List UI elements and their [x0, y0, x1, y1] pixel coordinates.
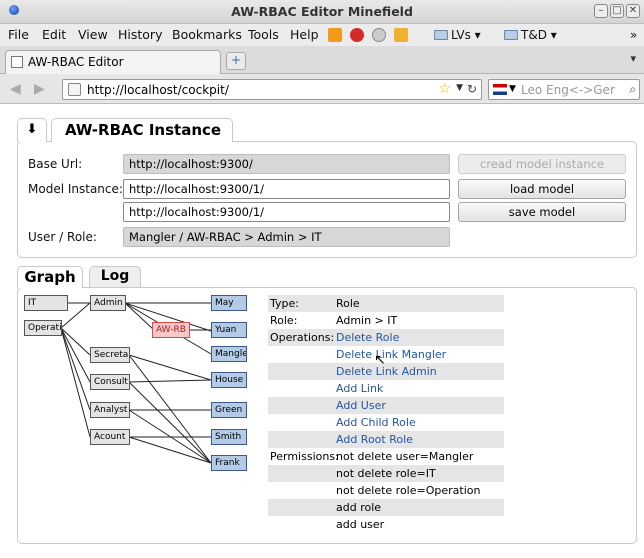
- permission-row: not delete role=Operation: [336, 484, 481, 497]
- user-role-field: Mangler / AW-RBAC > Admin > IT: [123, 227, 450, 247]
- menu-bookmarks[interactable]: Bookmarks: [172, 27, 242, 42]
- chevron-down-icon[interactable]: ▼: [509, 84, 516, 94]
- operation-row: Add User: [268, 397, 504, 414]
- menu-help[interactable]: Help: [290, 27, 319, 42]
- op-delete-link-mangler-link[interactable]: Delete Link Mangler: [336, 346, 446, 363]
- minimize-button[interactable]: –: [594, 4, 608, 18]
- base-url-label: Base Url:: [28, 157, 83, 171]
- tab-bar: AW-RBAC Editor + ▾: [0, 46, 644, 74]
- back-button[interactable]: ◀: [10, 81, 21, 97]
- folder-icon: [504, 30, 518, 40]
- flag-icon[interactable]: [493, 84, 507, 95]
- star-icon[interactable]: ☆: [438, 81, 451, 97]
- forward-button[interactable]: ▶: [34, 81, 45, 97]
- navigation-bar: ◀ ▶ http://localhost/cockpit/ ☆ ▼ ↻ ▼ Le…: [0, 74, 644, 104]
- permission-row: add role: [268, 499, 504, 516]
- instance-tab[interactable]: AW-RBAC Instance: [51, 118, 233, 142]
- graph-node-accountant[interactable]: Acount: [90, 429, 130, 445]
- chevron-down-icon[interactable]: ▼: [456, 83, 463, 93]
- chevron-more-icon[interactable]: »: [630, 28, 637, 42]
- op-delete-link-admin-link[interactable]: Delete Link Admin: [336, 363, 437, 380]
- save-target-input[interactable]: http://localhost:9300/1/: [123, 202, 450, 222]
- graph-node-secretary[interactable]: Secreta: [90, 347, 130, 363]
- bookmark-folder-lvs[interactable]: LVs ▾: [434, 28, 481, 42]
- instance-panel: Base Url: http://localhost:9300/ cread m…: [17, 141, 637, 258]
- graph-node-user-mangler[interactable]: Mangle: [211, 346, 247, 362]
- detail-role-row: Role: Admin > IT: [270, 314, 398, 327]
- op-add-child-role-link[interactable]: Add Child Role: [336, 414, 416, 431]
- page-icon: [11, 56, 23, 68]
- graph-node-user-frank[interactable]: Frank: [211, 455, 247, 471]
- operation-row: Operations: Delete Role: [268, 329, 504, 346]
- create-model-instance-button[interactable]: cread model instance: [458, 154, 626, 174]
- tab-log[interactable]: Log: [89, 266, 141, 287]
- menu-bar: File Edit View History Bookmarks Tools H…: [0, 24, 644, 46]
- permission-row: not delete role=IT: [268, 465, 504, 482]
- search-bar[interactable]: ▼ Leo Eng<->Ger ⌕: [488, 79, 640, 100]
- reload-icon[interactable]: ↻: [467, 82, 477, 96]
- window-titlebar: AW-RBAC Editor Minefield – □ ✕: [0, 0, 644, 24]
- save-model-button[interactable]: save model: [458, 202, 626, 222]
- op-delete-role-link[interactable]: Delete Role: [336, 329, 399, 346]
- menu-file[interactable]: File: [8, 27, 29, 42]
- graph-node-it[interactable]: IT: [24, 295, 68, 311]
- collapse-button[interactable]: ⬇: [17, 118, 47, 142]
- url-text: http://localhost/cockpit/: [87, 83, 229, 97]
- tab-label: AW-RBAC Editor: [28, 55, 124, 69]
- graph-node-user-smith[interactable]: Smith: [211, 429, 247, 445]
- rss-icon[interactable]: [328, 28, 342, 42]
- addon-icon[interactable]: [372, 28, 386, 42]
- page-icon: [68, 83, 81, 96]
- zotero-icon[interactable]: [350, 28, 364, 42]
- search-placeholder: Leo Eng<->Ger: [521, 83, 615, 97]
- maximize-button[interactable]: □: [610, 4, 624, 18]
- close-button[interactable]: ✕: [626, 4, 640, 18]
- model-instance-label: Model Instance:: [28, 182, 123, 196]
- graph-panel: IT Operati Admin Secreta Consult Analyst…: [17, 287, 637, 544]
- graph-node-admin[interactable]: Admin: [90, 295, 126, 311]
- menu-edit[interactable]: Edit: [42, 27, 66, 42]
- op-add-root-role-link[interactable]: Add Root Role: [336, 431, 413, 448]
- model-instance-input[interactable]: http://localhost:9300/1/: [123, 179, 450, 199]
- permission-row: Permissions: not delete user=Mangler: [270, 450, 474, 463]
- bookmark-folder-td[interactable]: T&D ▾: [504, 28, 557, 42]
- number-icon[interactable]: [394, 28, 408, 42]
- operation-row: Add Child Role: [268, 414, 504, 431]
- base-url-field: http://localhost:9300/: [123, 154, 450, 174]
- url-bar[interactable]: http://localhost/cockpit/ ☆ ▼ ↻: [62, 79, 482, 100]
- menu-tools[interactable]: Tools: [248, 27, 279, 42]
- folder-icon: [434, 30, 448, 40]
- operation-row: Delete Link Mangler: [268, 346, 504, 363]
- load-model-button[interactable]: load model: [458, 179, 626, 199]
- op-add-link-link[interactable]: Add Link: [336, 380, 383, 397]
- chevron-down-icon[interactable]: ▾: [630, 52, 636, 65]
- graph-node-user-yuan[interactable]: Yuan: [211, 322, 247, 338]
- page-content: Base Url: http://localhost:9300/ cread m…: [0, 105, 644, 558]
- operation-row: Delete Link Admin: [268, 363, 504, 380]
- search-icon[interactable]: ⌕: [629, 82, 636, 97]
- detail-type-row: Type: Role: [268, 295, 504, 312]
- mouse-cursor-icon: ↖: [374, 352, 386, 368]
- graph-node-analyst[interactable]: Analyst: [90, 402, 130, 418]
- graph-node-consultant[interactable]: Consult: [90, 374, 130, 390]
- user-role-label: User / Role:: [28, 230, 97, 244]
- op-add-user-link[interactable]: Add User: [336, 397, 386, 414]
- menu-view[interactable]: View: [78, 27, 108, 42]
- details-panel: Type: Role Role: Admin > IT Operations: …: [268, 295, 504, 535]
- menu-history[interactable]: History: [118, 27, 162, 42]
- new-tab-button[interactable]: +: [226, 52, 246, 70]
- tab-graph[interactable]: Graph: [17, 266, 83, 288]
- graph-node-user-house[interactable]: House: [211, 372, 247, 388]
- graph-node-operation[interactable]: Operati: [24, 320, 62, 336]
- graph-node-user-may[interactable]: May: [211, 295, 247, 311]
- graph-node-aw-rbac[interactable]: AW-RB: [152, 322, 190, 338]
- permission-row: add user: [336, 518, 385, 531]
- operation-row: Add Link: [268, 380, 504, 397]
- operation-row: Add Root Role: [268, 431, 504, 448]
- window-title: AW-RBAC Editor Minefield: [231, 4, 413, 19]
- graph-node-user-green[interactable]: Green: [211, 402, 247, 418]
- browser-tab[interactable]: AW-RBAC Editor: [5, 50, 221, 74]
